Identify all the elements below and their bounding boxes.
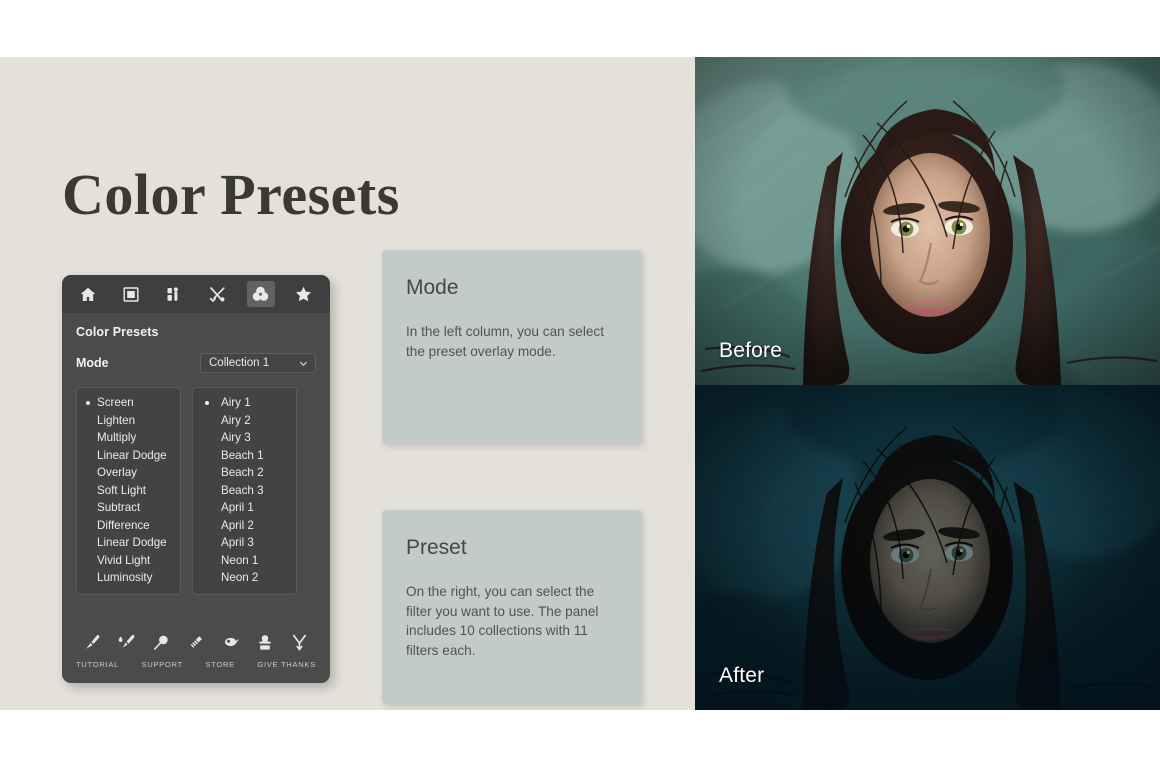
mode-list-item[interactable]: Lighten <box>77 412 180 430</box>
star-icon[interactable] <box>290 281 318 307</box>
tools-icon[interactable] <box>204 281 232 307</box>
card-title: Preset <box>406 536 467 559</box>
mode-list-item[interactable]: Soft Light <box>77 482 180 500</box>
panel-footer: TUTORIAL SUPPORT STORE GIVE THANKS <box>62 631 330 669</box>
page-title: Color Presets <box>62 162 400 227</box>
info-card-mode: Mode In the left column, you can select … <box>382 250 642 444</box>
preset-list-item[interactable]: April 1 <box>193 499 296 517</box>
mode-list[interactable]: Screen Lighten Multiply Linear Dodge Overlay… <box>76 387 181 595</box>
preset-list-item[interactable]: Airy 2 <box>193 412 296 430</box>
panel-toolbar <box>62 275 330 313</box>
preset-list-item[interactable]: Beach 1 <box>193 447 296 465</box>
mode-list-item[interactable]: Linear Dodge <box>77 447 180 465</box>
magnifier-icon[interactable] <box>149 631 173 653</box>
mode-list-item[interactable]: Screen <box>77 394 180 412</box>
collection-dropdown[interactable]: Collection 1 <box>200 353 316 373</box>
card-body: In the left column, you can select the p… <box>406 324 604 359</box>
mode-list-item[interactable]: Luminosity <box>77 569 180 587</box>
panel-body: Color Presets Mode Collection 1 Screen Li… <box>62 313 330 595</box>
preset-list-item[interactable]: Airy 1 <box>193 394 296 412</box>
mode-list-item[interactable]: Linear Dodge <box>77 534 180 552</box>
panel-heading: Color Presets <box>76 325 159 339</box>
footer-label[interactable]: STORE <box>205 660 235 669</box>
footer-label[interactable]: GIVE THANKS <box>257 660 316 669</box>
wishbone-icon[interactable] <box>288 631 312 653</box>
footer-label-row: TUTORIAL SUPPORT STORE GIVE THANKS <box>74 660 318 669</box>
photo-column: Before After <box>695 57 1160 710</box>
sliders-icon[interactable] <box>160 281 188 307</box>
color-presets-panel: Color Presets Mode Collection 1 Screen Li… <box>62 275 330 683</box>
chevron-down-icon <box>299 361 308 366</box>
home-icon[interactable] <box>74 281 102 307</box>
preset-list-item[interactable]: Neon 2 <box>193 569 296 587</box>
footer-label[interactable]: TUTORIAL <box>76 660 119 669</box>
mode-label: Mode <box>76 356 109 370</box>
preset-list-item[interactable]: April 2 <box>193 517 296 535</box>
eraser-icon[interactable] <box>184 631 208 653</box>
photo-after: After <box>695 385 1160 710</box>
preset-lists: Screen Lighten Multiply Linear Dodge Overlay… <box>76 387 316 595</box>
info-card-preset: Preset On the right, you can select the … <box>382 510 642 704</box>
photo-label-after: After <box>719 664 765 687</box>
frame-icon[interactable] <box>117 281 145 307</box>
photo-label-before: Before <box>719 339 783 362</box>
preset-list-item[interactable]: Beach 2 <box>193 464 296 482</box>
color-circles-icon[interactable] <box>246 281 275 307</box>
card-body: On the right, you can select the filter … <box>406 584 599 658</box>
before-portrait-image <box>695 57 1160 385</box>
brush-icon[interactable] <box>80 631 104 653</box>
preset-list-item[interactable]: Airy 3 <box>193 429 296 447</box>
dodge-icon[interactable] <box>219 631 243 653</box>
mode-list-item[interactable]: Difference <box>77 517 180 535</box>
card-title: Mode <box>406 276 459 299</box>
footer-icon-row <box>74 631 318 653</box>
left-content-area: Color Presets Color Presets Mode Collect… <box>0 57 695 710</box>
mode-list-item[interactable]: Overlay <box>77 464 180 482</box>
collection-dropdown-value: Collection 1 <box>209 357 270 369</box>
footer-label[interactable]: SUPPORT <box>141 660 182 669</box>
mode-list-item[interactable]: Multiply <box>77 429 180 447</box>
stamp-icon[interactable] <box>253 631 277 653</box>
mode-row: Mode Collection 1 <box>76 353 316 373</box>
screenshot-root: Color Presets Color Presets Mode Collect… <box>0 0 1160 772</box>
photo-before: Before <box>695 57 1160 385</box>
after-vignette <box>695 385 1160 710</box>
preset-list-item[interactable]: Neon 1 <box>193 552 296 570</box>
mixer-brush-icon[interactable] <box>115 631 139 653</box>
mode-list-item[interactable]: Subtract <box>77 499 180 517</box>
preset-list-item[interactable]: Beach 3 <box>193 482 296 500</box>
preset-list-item[interactable]: April 3 <box>193 534 296 552</box>
preset-list[interactable]: Airy 1 Airy 2 Airy 3 Beach 1 Beach 2 Beach 3A… <box>192 387 297 595</box>
mode-list-item[interactable]: Vivid Light <box>77 552 180 570</box>
